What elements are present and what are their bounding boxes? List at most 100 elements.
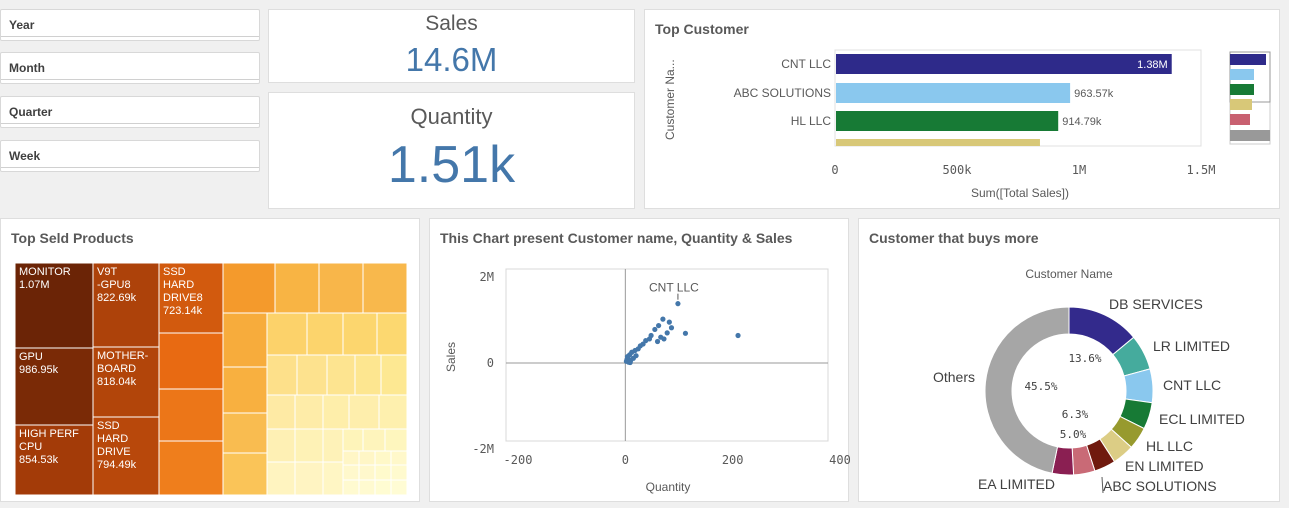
top-products-treemap[interactable]: MONITOR1.07M GPU986.95k HIGH PERFCPU854.53… [1,219,421,503]
donut-slice-name: ABC SOLUTIONS [1103,478,1217,494]
bar-minimap-bar [1230,99,1252,110]
treemap-cell-label: CPU [19,441,42,453]
bar-minimap-bar [1230,130,1270,141]
scatter-point [652,326,658,333]
donut-slice-name: Others [933,369,975,385]
scatter-panel[interactable]: This Chart present Customer name, Quanti… [429,218,850,503]
treemap-cell [318,262,364,314]
treemap-cell-label: DRIVE8 [163,292,203,304]
donut-slice-percent: 45.5% [1024,380,1057,393]
treemap-cell [390,479,408,496]
filter-divider [1,167,259,168]
scatter-x-tick: 0 [622,453,629,467]
bar-ylabel: Customer Na... [663,59,677,140]
donut-slice-name: DB SERVICES [1109,296,1203,312]
treemap-cell-value: 794.49k [97,459,137,471]
scatter-chart[interactable]: Sales Quantity -200 0 200 400 2M 0 -2M CNT LLC [430,219,850,503]
scatter-annotation: CNT LLC [649,281,699,295]
treemap-cell [326,354,356,396]
treemap-cell [322,461,344,496]
kpi-quantity-panel[interactable]: Quantity 1.51k [268,92,635,209]
bar [836,54,1172,74]
bar-minimap-bar [1230,114,1250,125]
scatter-point [633,353,639,359]
treemap-cell [342,464,360,481]
bar-minimap-bar [1230,54,1266,65]
treemap-cell-value: 986.95k [19,364,59,376]
donut-slice-name: ECL LIMITED [1159,411,1245,427]
treemap-cell [322,428,344,463]
scatter-y-tick: 0 [487,356,494,370]
filter-label: Month [9,61,45,75]
treemap-cell [222,412,268,454]
donut-slice-percent: 13.6% [1068,352,1101,365]
treemap-cell-value: 818.04k [97,376,137,388]
filter-divider [1,79,259,80]
treemap-cell-label: GPU [19,351,43,363]
bar [836,139,1040,146]
treemap-cell [294,428,324,463]
treemap-cell [384,428,408,452]
donut-slice-name: HL LLC [1146,438,1193,454]
top-customer-panel[interactable]: Top Customer Customer Na... Sum([Total S… [644,9,1280,209]
scatter-point [656,322,662,329]
scatter-x-tick: -200 [504,453,533,467]
bar-category-label: CNT LLC [781,57,831,71]
bar-x-tick: 1.5M [1187,163,1216,177]
treemap-cell [374,479,392,496]
donut-panel[interactable]: Customer that buys more Customer Name 13… [858,218,1280,502]
filter-label: Year [9,18,35,32]
scatter-ylabel: Sales [444,342,458,372]
scatter-point [654,338,661,345]
filter-quarter[interactable]: Quarter [0,96,260,128]
filter-label: Quarter [9,105,53,119]
treemap-cell [378,394,408,430]
treemap-cell [296,354,328,396]
donut-slice-name: CNT LLC [1163,377,1221,393]
donut-slice-percent: 6.3% [1062,408,1089,421]
filter-divider [1,36,259,37]
bar-x-tick: 0 [831,163,838,177]
treemap-cell-label: DRIVE [97,446,131,458]
scatter-point [661,336,667,342]
scatter-point [668,325,675,331]
treemap-cell [348,394,380,430]
filter-week[interactable]: Week [0,140,260,172]
filter-year[interactable]: Year [0,9,260,41]
kpi-sales-panel[interactable]: Sales 14.6M [268,9,635,83]
treemap-cell [222,312,268,368]
top-customer-chart[interactable]: Customer Na... Sum([Total Sales]) CNT LL… [645,10,1281,210]
bar-minimap-bar [1230,69,1254,80]
treemap-cell [158,388,224,442]
bar-x-tick: 1M [1072,163,1086,177]
filter-divider [1,123,259,124]
treemap-cell-label: HARD [97,433,128,445]
treemap-cell [358,479,376,496]
filter-label: Week [9,149,41,163]
treemap-cell [376,312,408,356]
bar [836,83,1071,103]
scatter-y-tick: 2M [480,270,494,284]
donut-slice-name: LR LIMITED [1153,338,1230,354]
treemap-cell-value: 822.69k [97,292,137,304]
filter-month[interactable]: Month [0,52,260,84]
treemap-cell [294,394,324,430]
bar-category-label: HL LLC [791,114,832,128]
treemap-cell [354,354,382,396]
top-products-panel[interactable]: Top Seld Products MONITOR 1.07M GPU 986.95k… [0,218,420,502]
treemap-cell [342,428,364,452]
treemap-cell-label: MONITOR [19,266,71,278]
scatter-point [624,353,631,360]
bar-category-label: ABC SOLUTIONS [734,86,831,100]
scatter-plot-frame [505,268,829,442]
scatter-point [735,332,741,339]
treemap-cell [362,262,408,314]
bar-x-tick: 500k [943,163,973,177]
treemap-cell [358,464,376,481]
treemap-cell [390,450,408,466]
treemap-cell [266,354,298,396]
treemap-cell [294,461,324,496]
donut-chart[interactable]: Customer Name 13.6% DB SERVICES LR LIMITED… [859,219,1281,503]
treemap-cell [342,479,360,496]
treemap-cell [322,394,350,430]
